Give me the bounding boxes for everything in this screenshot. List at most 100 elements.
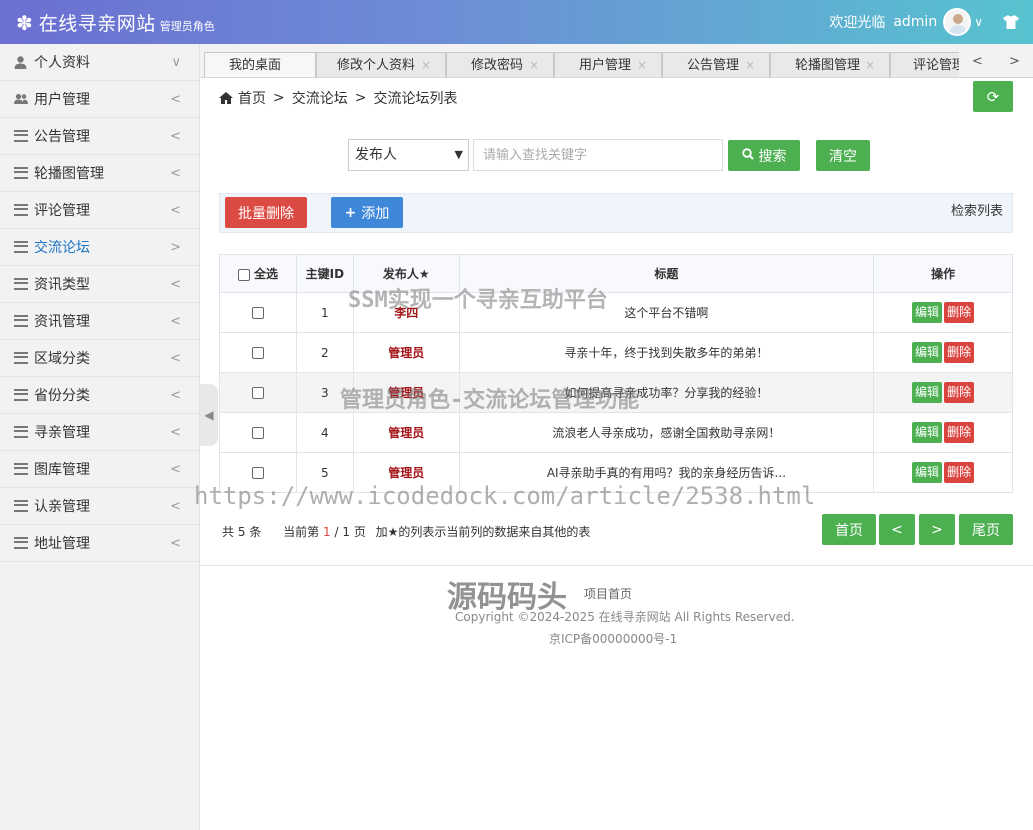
row-id: 2: [295, 332, 354, 373]
breadcrumb-home[interactable]: 首页: [238, 88, 266, 108]
select-all-checkbox[interactable]: [237, 268, 250, 281]
row-select-cell: [219, 332, 297, 373]
row-checkbox[interactable]: [251, 347, 264, 359]
breadcrumb-forum[interactable]: 交流论坛: [292, 88, 348, 108]
edit-button[interactable]: 编辑: [912, 462, 943, 483]
sidebar-item-comments[interactable]: 评论管理 <: [0, 192, 199, 229]
delete-button[interactable]: 删除: [944, 302, 975, 323]
tab-notice-management[interactable]: 公告管理 ×: [662, 52, 770, 77]
chevron-right-icon[interactable]: >: [1009, 54, 1020, 69]
pager-text: 页: [353, 525, 366, 539]
sidebar-item-address[interactable]: 地址管理 <: [0, 525, 199, 562]
sidebar-item-forum[interactable]: 交流论坛 >: [0, 229, 199, 266]
tab-scroll-controls: < >: [959, 44, 1033, 77]
clear-button[interactable]: 清空: [816, 140, 870, 171]
edit-button[interactable]: 编辑: [912, 302, 943, 323]
edit-button[interactable]: 编辑: [912, 422, 943, 443]
search-field-select[interactable]: 发布人 ▼: [348, 139, 469, 171]
tab-change-password[interactable]: 修改密码 ×: [446, 52, 554, 77]
chevron-left-icon: <: [170, 165, 181, 181]
sidebar-item-regions[interactable]: 区域分类 <: [0, 340, 199, 377]
row-id: 1: [295, 292, 354, 333]
sidebar-item-carousel[interactable]: 轮播图管理 <: [0, 155, 199, 192]
sidebar-item-notices[interactable]: 公告管理 <: [0, 118, 199, 155]
pager-text: /: [334, 525, 339, 539]
username[interactable]: admin: [893, 14, 937, 30]
pager-info: 共 5 条 当前第 1 / 1 页 加★的列表示当前列的数据来自其他的表: [222, 523, 590, 540]
role-label: 管理员角色: [159, 20, 215, 33]
tab-label: 轮播图管理: [795, 58, 861, 73]
batch-delete-label: 批量删除: [238, 205, 294, 222]
close-icon[interactable]: ×: [865, 53, 875, 77]
search-button[interactable]: 搜索: [728, 140, 800, 171]
avatar[interactable]: [943, 8, 972, 36]
list-icon: [14, 315, 28, 327]
add-button[interactable]: + 添加: [331, 197, 403, 228]
chevron-left-icon: <: [170, 91, 181, 107]
sidebar-item-label: 个人资料: [34, 55, 90, 71]
delete-button[interactable]: 删除: [944, 342, 975, 363]
tab-user-management[interactable]: 用户管理 ×: [554, 52, 662, 77]
users-icon: [14, 93, 28, 105]
watermark-brand: 源码码头: [447, 580, 567, 615]
row-ops: 编辑 删除: [873, 452, 1013, 493]
row-select-cell: [219, 292, 297, 333]
close-icon[interactable]: ×: [637, 53, 647, 77]
row-ops: 编辑 删除: [873, 332, 1013, 373]
row-checkbox[interactable]: [251, 467, 264, 479]
row-checkbox[interactable]: [251, 427, 264, 439]
search-input[interactable]: [473, 139, 723, 171]
chevron-left-icon[interactable]: <: [972, 54, 983, 69]
tab-carousel-management[interactable]: 轮播图管理 ×: [770, 52, 890, 77]
pager-text: 当前第: [283, 525, 320, 539]
sidebar-item-profile[interactable]: 个人资料 ∨: [0, 44, 199, 81]
chevron-left-icon: <: [170, 461, 181, 477]
close-icon[interactable]: ×: [745, 53, 755, 77]
delete-button[interactable]: 删除: [944, 422, 975, 443]
next-page-button[interactable]: >: [919, 514, 955, 545]
pager-total-pages: 1: [342, 525, 350, 539]
star-icon: ★: [418, 267, 430, 281]
user-area: 欢迎光临 admin ∨: [829, 0, 1019, 44]
sidebar-item-label: 地址管理: [34, 536, 90, 552]
chevron-down-icon[interactable]: ∨: [974, 15, 983, 29]
sidebar-item-users[interactable]: 用户管理 <: [0, 81, 199, 118]
refresh-button[interactable]: ⟳: [973, 81, 1013, 112]
tab-edit-profile[interactable]: 修改个人资料 ×: [316, 52, 446, 77]
batch-delete-button[interactable]: 批量删除: [225, 197, 307, 228]
close-icon[interactable]: ×: [421, 53, 431, 77]
table-row: 2 管理员 寻亲十年，终于找到失散多年的弟弟！ 编辑 删除: [219, 332, 1013, 373]
sidebar-item-gallery[interactable]: 图库管理 <: [0, 451, 199, 488]
delete-button[interactable]: 删除: [944, 462, 975, 483]
edit-button[interactable]: 编辑: [912, 342, 943, 363]
row-checkbox[interactable]: [251, 307, 264, 319]
sidebar-item-label: 用户管理: [34, 92, 90, 108]
edit-button[interactable]: 编辑: [912, 382, 943, 403]
theme-shirt-icon[interactable]: [1003, 15, 1019, 29]
footer-home-link[interactable]: 项目首页: [584, 585, 632, 602]
sidebar-item-provinces[interactable]: 省份分类 <: [0, 377, 199, 414]
sidebar-collapse-toggle[interactable]: ◀: [200, 384, 218, 446]
close-icon[interactable]: ×: [529, 53, 539, 77]
sidebar-item-search-family[interactable]: 寻亲管理 <: [0, 414, 199, 451]
tab-desktop[interactable]: 我的桌面: [204, 52, 316, 77]
header-select-all[interactable]: 全选: [219, 254, 297, 293]
first-page-button[interactable]: 首页: [822, 514, 876, 545]
list-icon: [14, 130, 28, 142]
pager-total: 5: [237, 525, 246, 539]
prev-page-button[interactable]: <: [879, 514, 915, 545]
sidebar-item-recognition[interactable]: 认亲管理 <: [0, 488, 199, 525]
sidebar-item-news-types[interactable]: 资讯类型 <: [0, 266, 199, 303]
list-icon: [14, 389, 28, 401]
chevron-left-icon: <: [170, 498, 181, 514]
tabs-bar: 我的桌面 修改个人资料 × 修改密码 × 用户管理 × 公告管理 × 轮播图管理…: [200, 44, 1033, 78]
last-page-button[interactable]: 尾页: [959, 514, 1013, 545]
sidebar-item-news[interactable]: 资讯管理 <: [0, 303, 199, 340]
delete-button[interactable]: 删除: [944, 382, 975, 403]
header-id: 主键ID: [295, 254, 354, 293]
row-checkbox[interactable]: [251, 387, 264, 399]
tab-label: 我的桌面: [229, 58, 282, 73]
plus-icon: +: [344, 204, 357, 221]
row-ops: 编辑 删除: [873, 412, 1013, 453]
sidebar-item-label: 交流论坛: [34, 240, 90, 256]
